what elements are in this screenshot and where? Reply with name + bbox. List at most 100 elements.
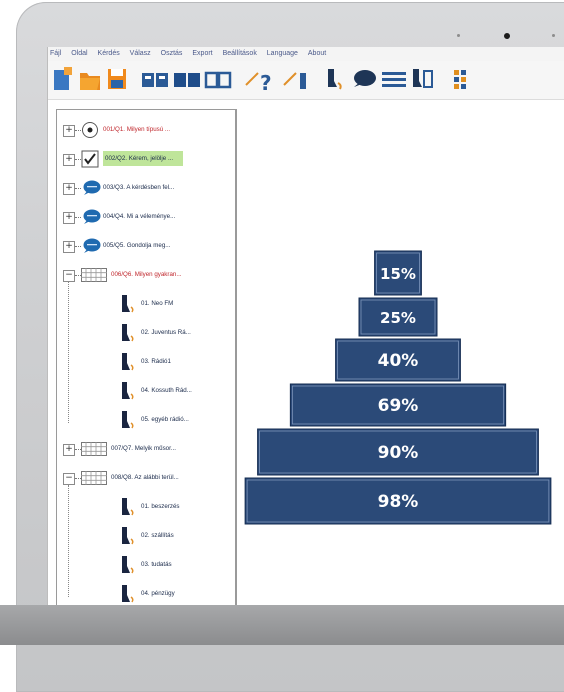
question-tree: +001/Q1. Milyen típusú ... +002/Q2. Kérem… [56, 109, 237, 605]
pyramid-level: 90% [257, 428, 539, 476]
speech-bubble-icon [81, 179, 101, 202]
pyramid-label: 98% [378, 492, 419, 512]
sensor-dot-left [457, 34, 460, 37]
two-columns-icon[interactable] [204, 65, 232, 93]
tree-question-row[interactable]: − 008/Q8. Az alábbi terül... [57, 466, 235, 490]
tree-question-row[interactable]: +003/Q3. A kérdésben fel... [57, 176, 235, 200]
tree-row-label: 007/Q7. Melyik műsor... [111, 445, 176, 452]
tree-row-label: 04. Kossuth Rád... [141, 387, 192, 394]
book-icon[interactable] [172, 65, 202, 93]
person-speaking-icon [119, 352, 137, 377]
sensor-dot-right [552, 34, 555, 37]
menu-split[interactable]: Osztás [161, 47, 183, 61]
open-folder-icon[interactable] [78, 65, 102, 93]
tree-row-label: 01. beszerzés [141, 503, 180, 510]
pencil-arrow-icon[interactable] [282, 65, 316, 93]
lines-icon[interactable] [380, 65, 408, 93]
pyramid-level: 69% [289, 383, 507, 427]
person-speaking-icon [119, 526, 137, 551]
person-speaking-icon [119, 410, 137, 435]
person-speaking-icon[interactable] [324, 65, 346, 93]
speech-bubble-icon [81, 237, 101, 260]
svg-text:?: ? [260, 71, 272, 93]
grid-icon [81, 268, 107, 287]
tree-row-label: 004/Q4. Mi a véleménye... [103, 213, 176, 220]
toolbar: ? [48, 61, 564, 100]
expand-icon[interactable]: + [63, 212, 75, 224]
pyramid-label: 90% [378, 443, 419, 463]
pyramid-level: 40% [335, 338, 461, 382]
pyramid-label: 69% [378, 396, 419, 416]
app-screen: Fájl Oldal Kérdés Válasz Osztás Export B… [47, 47, 564, 605]
grid-icon[interactable] [452, 65, 476, 93]
menu-settings[interactable]: Beállítások [223, 47, 257, 61]
menu-bar: Fájl Oldal Kérdés Válasz Osztás Export B… [48, 47, 564, 61]
tree-question-row[interactable]: +001/Q1. Milyen típusú ... [57, 118, 235, 142]
menu-question[interactable]: Kérdés [98, 47, 120, 61]
tree-child-row[interactable]: 05. egyéb rádió... [57, 408, 235, 432]
tree-child-row[interactable]: 01. beszerzés [57, 495, 235, 519]
tree-question-row[interactable]: +004/Q4. Mi a véleménye... [57, 205, 235, 229]
tree-guide-line [68, 485, 69, 597]
tree-row-label: 001/Q1. Milyen típusú ... [103, 126, 171, 133]
tree-row-label: 008/Q8. Az alábbi terül... [111, 474, 179, 481]
checkbox-icon [81, 150, 99, 173]
question-arrow-icon[interactable]: ? [244, 65, 278, 93]
pyramid-level: 15% [374, 250, 422, 296]
pyramid-level: 98% [244, 477, 552, 525]
menu-answer[interactable]: Válasz [130, 47, 151, 61]
tree-question-row[interactable]: +005/Q5. Gondolja meg... [57, 234, 235, 258]
expand-icon[interactable]: + [63, 444, 75, 456]
tree-row-label: 05. egyéb rádió... [141, 416, 189, 423]
tree-row-label: 02. szállítás [141, 532, 174, 539]
menu-language[interactable]: Language [267, 47, 298, 61]
tree-child-row[interactable]: 04. Kossuth Rád... [57, 379, 235, 403]
tree-row-label: 005/Q5. Gondolja meg... [103, 242, 171, 249]
tree-child-row[interactable]: 02. Juventus Rá... [57, 321, 235, 345]
tree-child-row[interactable]: 04. pénzügy [57, 582, 235, 605]
save-icon[interactable] [106, 65, 128, 93]
tree-row-label: 01. Neo FM [141, 300, 174, 307]
menu-file[interactable]: Fájl [50, 47, 61, 61]
speech-bubble-icon [81, 208, 101, 231]
speech-bubble-icon[interactable] [350, 65, 378, 93]
menu-page[interactable]: Oldal [71, 47, 87, 61]
tree-question-row[interactable]: +002/Q2. Kérem, jelölje ... [57, 147, 235, 171]
radio-icon [81, 121, 99, 144]
tree-guide-line [68, 282, 69, 423]
pyramid-label: 25% [380, 309, 416, 327]
tree-row-label: 04. pénzügy [141, 590, 175, 597]
expand-icon[interactable]: + [63, 125, 75, 137]
tree-row-label: 003/Q3. A kérdésben fel... [103, 184, 175, 191]
tree-child-row[interactable]: 02. szállítás [57, 524, 235, 548]
person-speaking-icon [119, 584, 137, 605]
grid-icon [81, 442, 107, 461]
camera-dot [504, 33, 510, 39]
expand-icon[interactable]: + [63, 241, 75, 253]
tree-question-row[interactable]: +007/Q7. Melyik műsor... [57, 437, 235, 461]
tree-row-label: 03. Rádió1 [141, 358, 171, 365]
person-speaking-icon [119, 381, 137, 406]
pyramid-level: 25% [358, 297, 438, 337]
menu-about[interactable]: About [308, 47, 326, 61]
person-speaking-icon [119, 323, 137, 348]
menu-export[interactable]: Export [192, 47, 212, 61]
collapse-icon[interactable]: − [63, 473, 75, 485]
tree-row-label: 03. tudatás [141, 561, 172, 568]
tree-child-row[interactable]: 03. tudatás [57, 553, 235, 577]
pyramid-chart: 15% 25% 40% 69% 90% 98% [244, 250, 552, 525]
laptop-base [0, 605, 564, 645]
expand-icon[interactable]: + [63, 154, 75, 166]
tree-question-row[interactable]: − 006/Q6. Milyen gyakran... [57, 263, 235, 287]
tree-row-label: 006/Q6. Milyen gyakran... [111, 271, 182, 278]
new-document-icon[interactable] [52, 65, 74, 93]
person-speaking-icon [119, 294, 137, 319]
person-list-icon[interactable] [410, 65, 436, 93]
tree-child-row[interactable]: 01. Neo FM [57, 292, 235, 316]
collapse-icon[interactable]: − [63, 270, 75, 282]
pyramid-label: 40% [378, 351, 419, 371]
tree-child-row[interactable]: 03. Rádió1 [57, 350, 235, 374]
grid-icon [81, 471, 107, 490]
book-open-icon[interactable] [140, 65, 170, 93]
expand-icon[interactable]: + [63, 183, 75, 195]
